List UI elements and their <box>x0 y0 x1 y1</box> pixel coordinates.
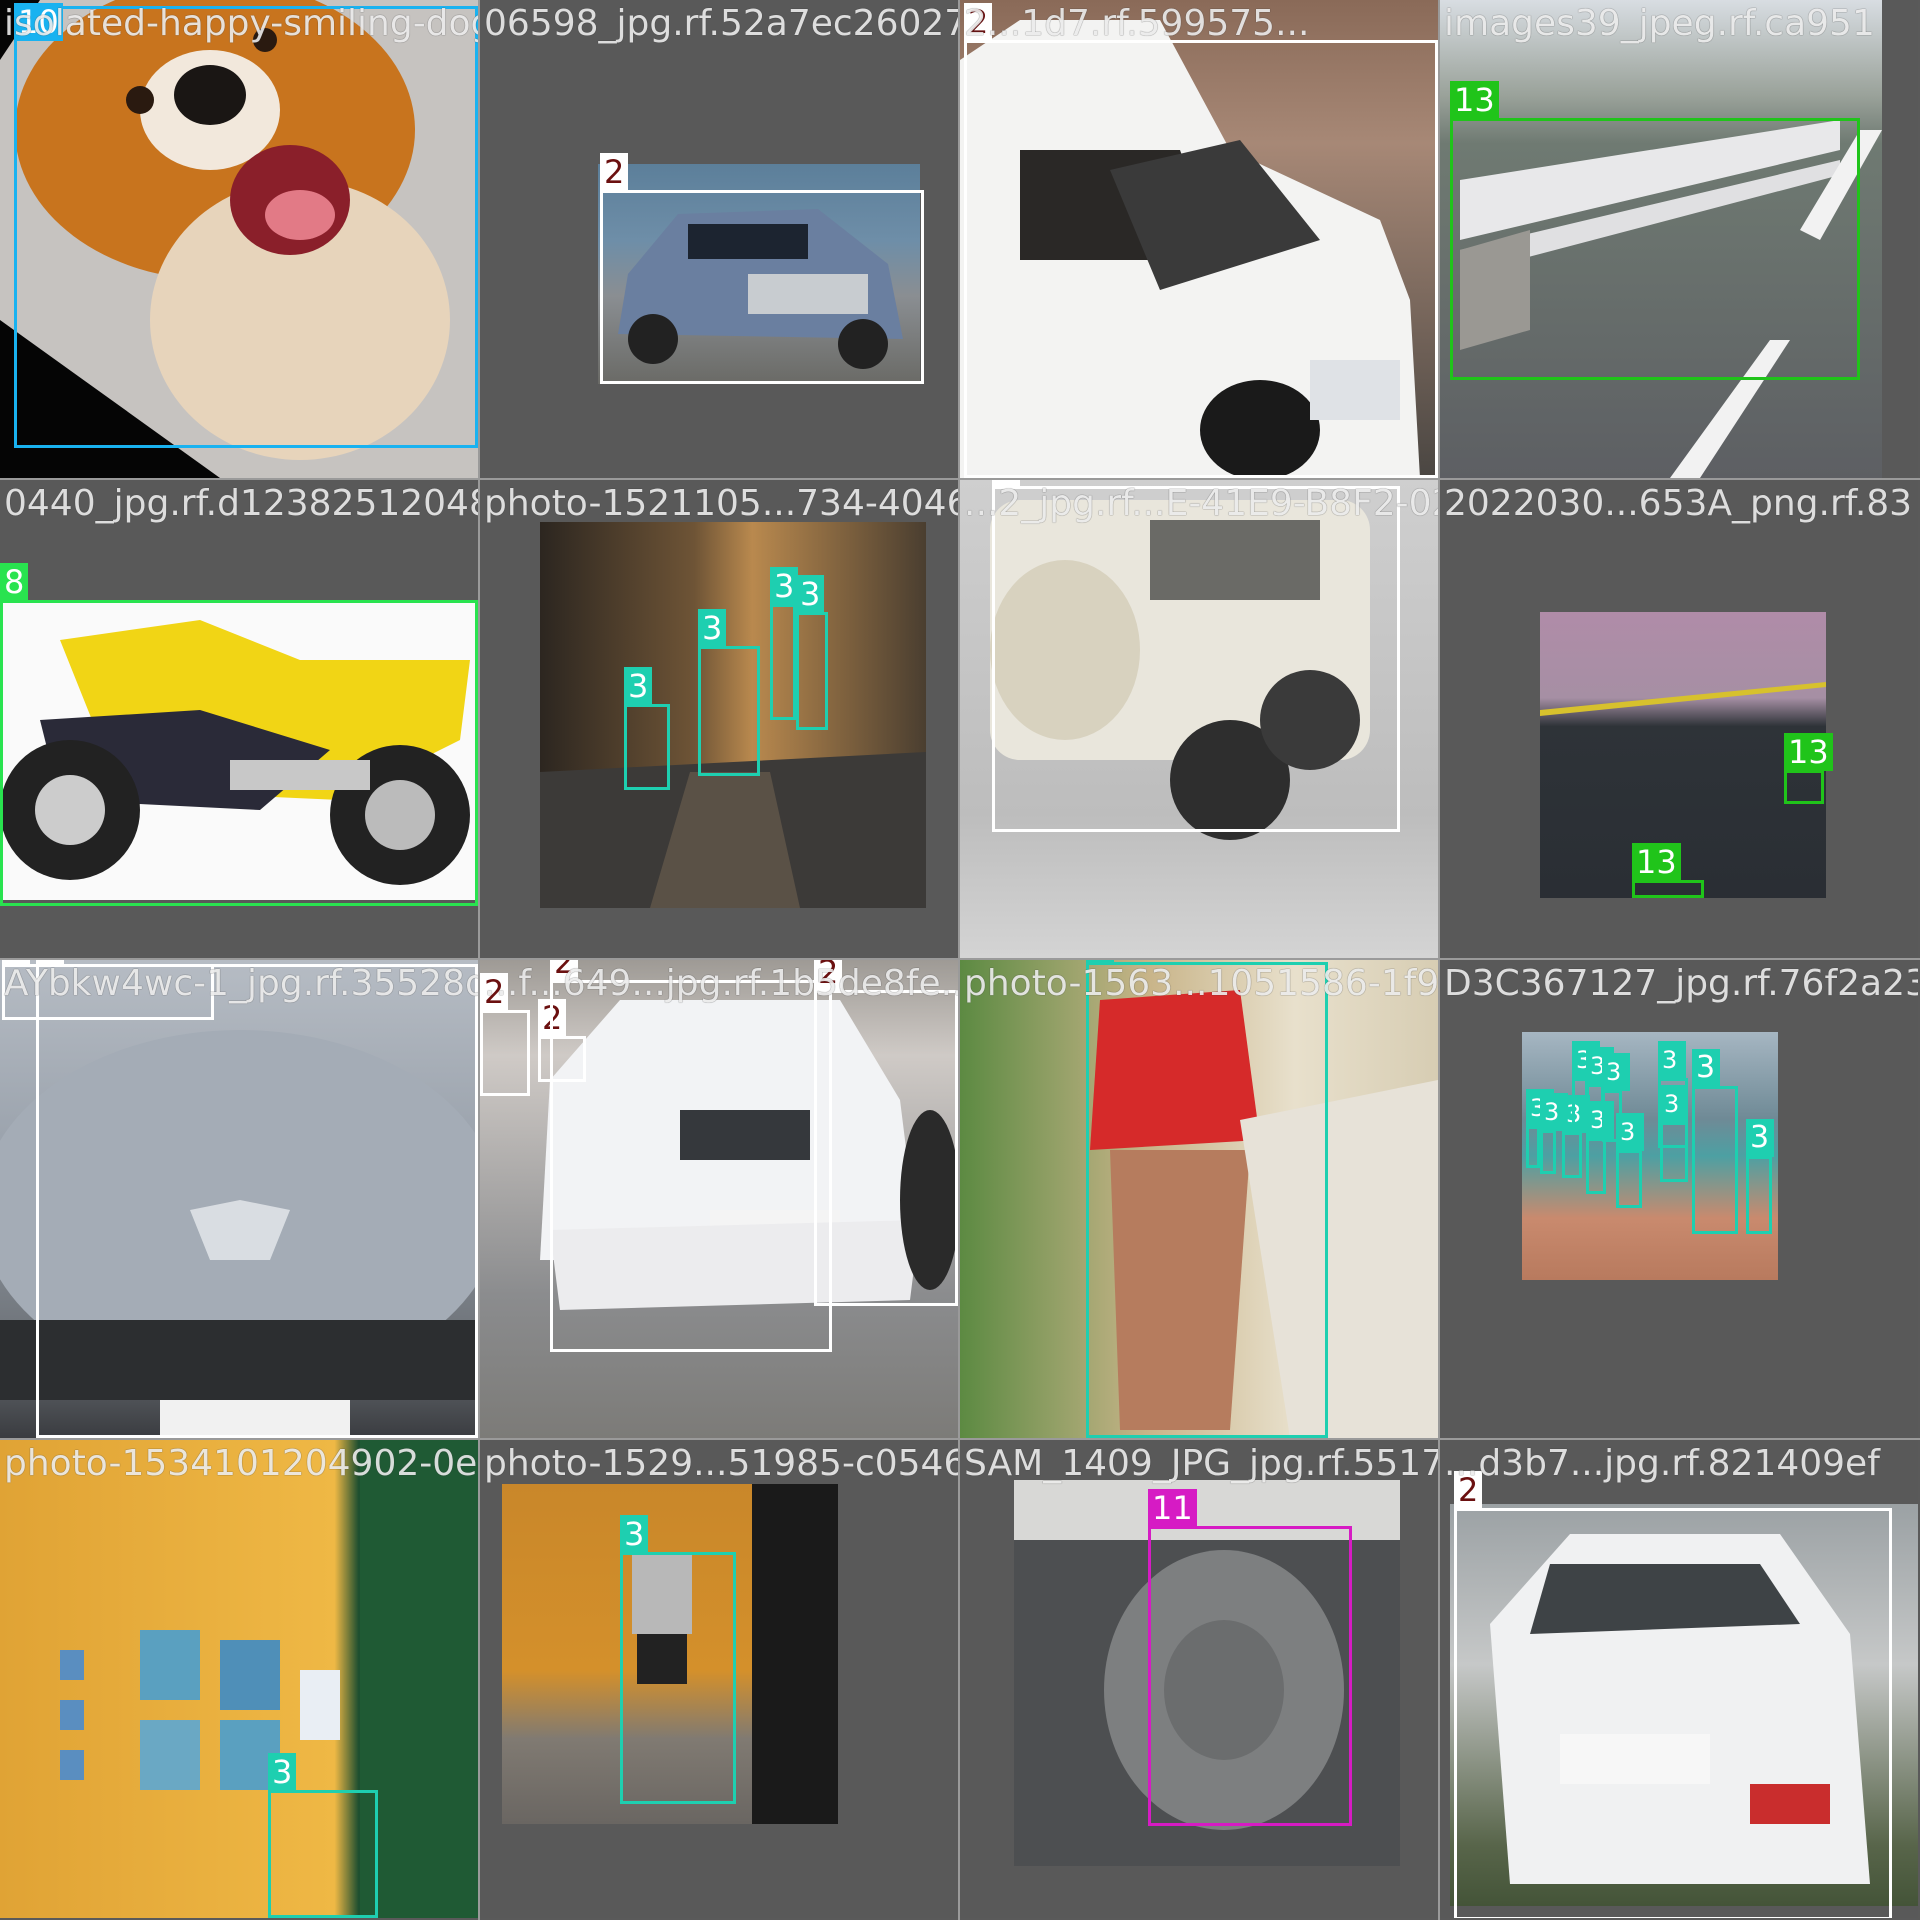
tile-8: 13 13 2022030...653A_png.rf.83 <box>1440 480 1918 958</box>
class-label: 3 <box>1692 1049 1720 1087</box>
bbox-class-3: 3 <box>1086 960 1328 1438</box>
tile-14: 3 photo-1529...51985-c0546... <box>480 1440 958 1918</box>
class-label: 3 <box>796 575 825 613</box>
class-label: 3 <box>1086 960 1115 963</box>
class-label: 3 <box>1602 1053 1630 1091</box>
bbox-class-2: 2 <box>550 960 832 1352</box>
bbox-class-13: 13 <box>1784 733 1833 804</box>
bbox-class-3: 3 <box>624 667 670 790</box>
class-label: 3 <box>1616 1113 1644 1151</box>
class-label: 2 <box>2 960 31 965</box>
bbox-class-3: 3 <box>796 575 828 730</box>
class-label: 3 <box>624 667 653 705</box>
bbox-class-3: 3 <box>1586 1101 1614 1194</box>
detection-mosaic: 10 isolated-happy-smiling-dog-white-back… <box>0 0 1920 1920</box>
class-label: 3 <box>1658 1041 1686 1079</box>
bbox-class-8: 8 <box>0 563 478 906</box>
class-label: 2 <box>992 480 1021 487</box>
class-label: 2 <box>550 960 579 981</box>
bbox-class-3: 3 <box>1616 1113 1644 1208</box>
bbox-class-13: 13 <box>1450 81 1860 380</box>
class-label: 8 <box>0 563 29 601</box>
class-label: 2 <box>964 3 993 41</box>
class-label: 2 <box>814 960 843 991</box>
bbox-class-3: 3 <box>1526 1089 1554 1168</box>
grid-line <box>478 0 480 1920</box>
grid-line <box>0 1438 1920 1440</box>
tile-12: 3 3 3 3 3 3 3 3 3 3 3 3 D3C367127_jpg.rf… <box>1440 960 1918 1438</box>
tile-9: 2 2 AYbkw4wc-1_jpg.rf.35528df... <box>0 960 478 1438</box>
class-label: 2 <box>36 960 65 965</box>
tile-filename: ...d3b7...jpg.rf.821409ef <box>1444 1443 1880 1484</box>
class-label: 2 <box>1454 1471 1483 1509</box>
bbox-class-2: 2 <box>1454 1471 1892 1918</box>
class-label: 3 <box>620 1515 649 1553</box>
tile-2: 2 06598_jpg.rf.52a7ec26027512831b45... <box>480 0 958 478</box>
tile-13: 3 photo-1534101204902-0e91... <box>0 1440 478 1918</box>
bbox-class-3: 3 <box>268 1753 378 1918</box>
photo-orange-wall <box>0 1440 478 1918</box>
class-label: 11 <box>1148 1489 1197 1527</box>
bbox-class-3: 3 <box>620 1515 736 1804</box>
bbox-class-3: 3 <box>1692 1049 1738 1234</box>
tile-filename: 2022030...653A_png.rf.83 <box>1444 483 1913 524</box>
class-label: 2 <box>600 153 629 191</box>
photo-sports-hall <box>1522 1032 1778 1280</box>
tile-filename: photo-1529...51985-c0546... <box>484 1443 958 1484</box>
tile-filename: 06598_jpg.rf.52a7ec26027512831b45... <box>484 3 958 44</box>
bbox-class-13: 13 <box>1632 843 1704 898</box>
class-label: 2 <box>480 973 509 1011</box>
bbox-class-2: 2 <box>480 960 482 962</box>
tile-1: 10 isolated-happy-smiling-dog-white-back… <box>0 0 478 478</box>
bbox-class-3: 3 <box>1540 1093 1568 1174</box>
bbox-class-2: 2 <box>814 960 958 1306</box>
class-label: 3 <box>698 609 727 647</box>
class-label: 13 <box>1784 733 1833 771</box>
tile-6: 3 3 3 3 photo-1521105...734-40462... <box>480 480 958 958</box>
tile-3: 2 2...1d7.rf.599575... <box>960 0 1438 478</box>
class-label: 3 <box>1746 1119 1774 1157</box>
tile-filename: photo-1521105...734-40462... <box>484 483 958 524</box>
bbox-class-3: 3 <box>698 609 760 776</box>
bbox-class-2: 2 <box>600 153 924 384</box>
bbox-class-10: 10 <box>14 3 478 448</box>
tile-15: 11 SAM_1409_JPG_jpg.rf.5517... <box>960 1440 1438 1918</box>
tile-4: 13 images39_jpeg.rf.ca951 <box>1440 0 1918 478</box>
grid-line <box>1438 0 1440 1920</box>
bbox-class-3: 3 <box>1658 1041 1688 1148</box>
tile-filename: D3C367127_jpg.rf.76f2a23dc <box>1444 963 1918 1004</box>
bbox-class-2: 2 <box>992 480 1400 832</box>
bbox-class-2: 2 <box>36 960 478 1438</box>
bbox-class-3: 3 <box>1562 1095 1590 1178</box>
tile-7: 2 ...2_jpg.rf...E-41E9-B8F2-0240DE... <box>960 480 1438 958</box>
bbox-class-2: 2 <box>964 3 1438 478</box>
grid-line <box>0 478 1920 480</box>
bbox-class-11: 11 <box>1148 1489 1352 1826</box>
bbox-class-3: 3 <box>1746 1119 1774 1234</box>
bbox-class-3: 3 <box>770 567 799 720</box>
class-label: 13 <box>1632 843 1681 881</box>
class-label: 10 <box>14 3 63 41</box>
grid-line <box>0 958 1920 960</box>
class-label: 3 <box>770 567 799 605</box>
class-label: 13 <box>1450 81 1499 119</box>
tile-10: 2 2 2 2 2 ...f...649...jpg.rf.1b5de8fe..… <box>480 960 958 1438</box>
tile-filename: 0440_jpg.rf.d12382512048d... <box>4 483 478 524</box>
bbox-class-2: 2 <box>480 973 530 1096</box>
tile-5: 8 0440_jpg.rf.d12382512048d... <box>0 480 478 958</box>
tile-11: 3 photo-1563...1051586-1f9b0... <box>960 960 1438 1438</box>
class-label: 3 <box>268 1753 297 1791</box>
tile-16: 2 ...d3b7...jpg.rf.821409ef <box>1440 1440 1918 1918</box>
grid-line <box>958 0 960 1920</box>
